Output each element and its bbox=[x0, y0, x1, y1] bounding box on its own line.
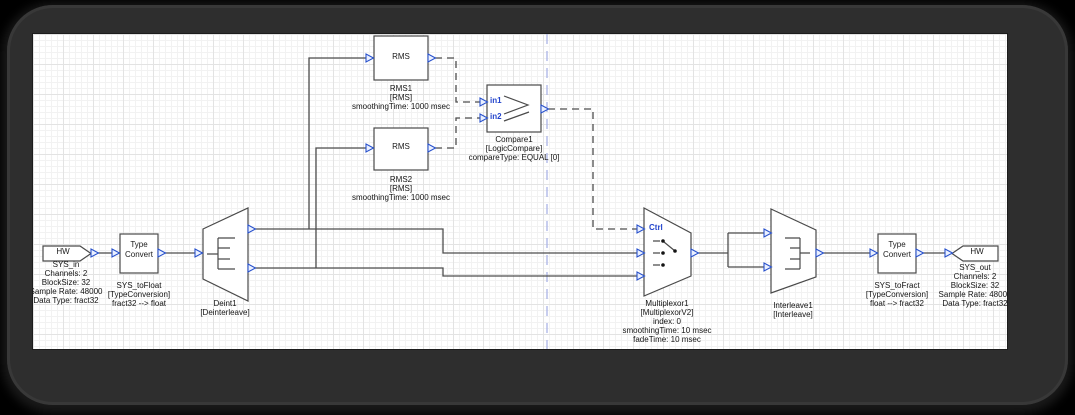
compare1-comparetype: compareType: EQUAL [0] bbox=[468, 153, 560, 162]
deint1-name: Deint1 bbox=[213, 299, 237, 308]
pin-sysin-out[interactable] bbox=[90, 248, 100, 258]
wire-deint-out1-to-mux-in1[interactable] bbox=[255, 228, 637, 254]
pin-typeconvert2-out[interactable] bbox=[915, 248, 925, 258]
compare1-caption: Compare1 [LogicCompare] compareType: EQU… bbox=[439, 135, 589, 162]
compare1-name: Compare1 bbox=[495, 135, 533, 144]
sysout-hw-text: HW bbox=[970, 247, 984, 256]
rms1-smoothing: smoothingTime: 1000 msec bbox=[352, 102, 450, 111]
sysin-name: SYS_in bbox=[52, 260, 80, 269]
rms1-caption: RMS1 [RMS] smoothingTime: 1000 msec bbox=[326, 84, 476, 111]
pin-interleave1-in1[interactable] bbox=[763, 228, 773, 238]
sysout-caption: SYS_out Channels: 2 BlockSize: 32 Sample… bbox=[900, 263, 1008, 308]
compare1-in2-label: in2 bbox=[490, 112, 502, 121]
typeconvert2-text: Type Convert bbox=[878, 240, 916, 260]
rms2-name: RMS2 bbox=[389, 175, 413, 184]
rms1-text: RMS bbox=[392, 52, 410, 61]
sysout-channels: Channels: 2 bbox=[953, 272, 997, 281]
sysout-samplerate: Sample Rate: 48000 bbox=[938, 290, 1008, 299]
deint1-caption: Deint1 [Deinterleave] bbox=[150, 299, 300, 317]
rms2-class: [RMS] bbox=[389, 184, 413, 193]
rms2-smoothing: smoothingTime: 1000 msec bbox=[352, 193, 450, 202]
sysin-hw-text: HW bbox=[56, 247, 70, 256]
block-compare1[interactable] bbox=[486, 84, 542, 133]
wire-mux-to-interleave[interactable] bbox=[698, 232, 764, 268]
pin-interleave1-in2[interactable] bbox=[763, 262, 773, 272]
pin-typeconvert2-in[interactable] bbox=[869, 248, 879, 258]
wire-deint-out2-to-mux-in2[interactable] bbox=[255, 267, 637, 277]
pin-rms2-out[interactable] bbox=[427, 143, 437, 153]
compare1-in1-label: in1 bbox=[490, 96, 502, 105]
block-interleave1[interactable] bbox=[770, 208, 817, 294]
typeconvert1-line1: Type bbox=[130, 240, 148, 249]
pin-mux-in2[interactable] bbox=[636, 271, 646, 281]
wire-compare-to-mux-ctrl[interactable] bbox=[548, 108, 637, 230]
compare1-class: [LogicCompare] bbox=[485, 144, 543, 153]
pin-mux-in1[interactable] bbox=[636, 248, 646, 258]
multiplexor1-fadetime: fadeTime: 10 msec bbox=[633, 335, 701, 344]
pin-deint1-out1[interactable] bbox=[247, 224, 257, 234]
typeconvert1-name: SYS_toFloat bbox=[116, 281, 162, 290]
pin-rms1-in[interactable] bbox=[365, 53, 375, 63]
pin-typeconvert1-in[interactable] bbox=[111, 248, 121, 258]
typeconvert2-line1: Type bbox=[888, 240, 906, 249]
deint1-class: [Deinterleave] bbox=[200, 308, 250, 317]
pin-mux-ctrl[interactable] bbox=[636, 224, 646, 234]
pin-mux-out[interactable] bbox=[690, 248, 700, 258]
pin-interleave1-out[interactable] bbox=[815, 248, 825, 258]
rms2-caption: RMS2 [RMS] smoothingTime: 1000 msec bbox=[326, 175, 476, 202]
typeconvert1-text: Type Convert bbox=[120, 240, 158, 260]
rms1-name: RMS1 bbox=[389, 84, 413, 93]
multiplexor1-smoothing: smoothingTime: 10 msec bbox=[622, 326, 712, 335]
sysout-name: SYS_out bbox=[959, 263, 991, 272]
sysout-datatype: Data Type: fract32 bbox=[942, 299, 1008, 308]
sysin-channels: Channels: 2 bbox=[44, 269, 88, 278]
pin-rms1-out[interactable] bbox=[427, 53, 437, 63]
pin-deint1-out2[interactable] bbox=[247, 263, 257, 273]
pin-rms2-in[interactable] bbox=[365, 143, 375, 153]
sysout-blocksize: BlockSize: 32 bbox=[950, 281, 1000, 290]
pin-compare1-in1[interactable] bbox=[479, 97, 489, 107]
block-multiplexor1[interactable] bbox=[643, 207, 692, 297]
typeconvert2-line2: Convert bbox=[882, 250, 911, 259]
rms2-text: RMS bbox=[392, 142, 410, 151]
pin-compare1-in2[interactable] bbox=[479, 113, 489, 123]
pin-deint1-in[interactable] bbox=[194, 248, 204, 258]
pin-typeconvert1-out[interactable] bbox=[157, 248, 167, 258]
diagram-canvas[interactable]: HW Type Convert RMS RMS in1 in2 Ctrl Typ… bbox=[32, 33, 1008, 350]
rms1-class: [RMS] bbox=[389, 93, 413, 102]
mux-ctrl-label: Ctrl bbox=[649, 223, 663, 232]
typeconvert1-class: [TypeConversion] bbox=[107, 290, 171, 299]
wire-branch-to-rms2[interactable] bbox=[315, 147, 366, 268]
interleave1-class: [Interleave] bbox=[773, 310, 813, 319]
typeconvert1-line2: Convert bbox=[124, 250, 153, 259]
